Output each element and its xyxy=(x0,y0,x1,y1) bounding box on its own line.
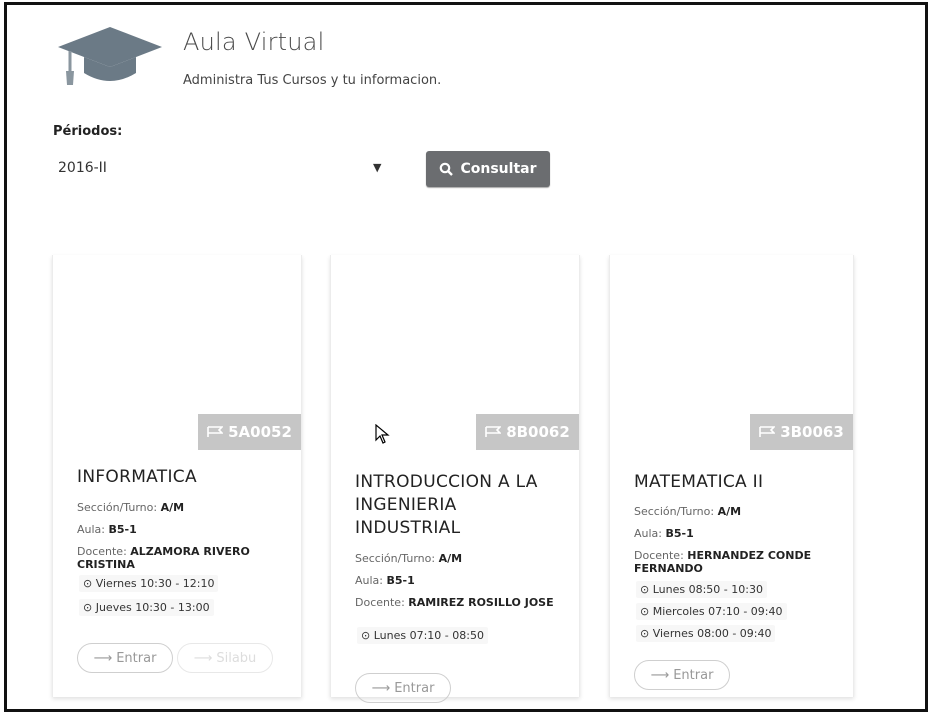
course-room: Aula: B5-1 xyxy=(634,527,694,540)
course-card: 3B0063 MATEMATICA II Sección/Turno: A/M … xyxy=(609,255,854,697)
flag-icon xyxy=(759,426,776,437)
entrar-button[interactable]: ⟶ Entrar xyxy=(77,643,173,673)
caret-down-icon: ▼ xyxy=(373,161,382,174)
course-title: MATEMATICA II xyxy=(634,472,764,492)
course-section: Sección/Turno: A/M xyxy=(355,552,463,565)
flag-icon xyxy=(485,426,502,437)
app-title: Aula Virtual xyxy=(183,28,325,56)
syllabus-button[interactable]: ⟶ Silabu xyxy=(177,643,273,673)
entrar-button[interactable]: ⟶ Entrar xyxy=(634,660,730,690)
schedule-item: ⊙ Jueves 10:30 - 13:00 xyxy=(79,599,214,616)
consultar-button-label: Consultar xyxy=(460,161,537,177)
course-section: Sección/Turno: A/M xyxy=(77,501,185,514)
period-select[interactable]: 2016-II ▼ xyxy=(58,158,388,182)
course-code: 3B0063 xyxy=(780,423,844,441)
course-room: Aula: B5-1 xyxy=(355,574,415,587)
schedule-item: ⊙ Miercoles 07:10 - 09:40 xyxy=(636,603,787,620)
schedule-item: ⊙ Viernes 10:30 - 12:10 xyxy=(79,575,219,592)
period-label: Périodos: xyxy=(53,124,123,139)
arrow-right-icon: ⟶ xyxy=(193,650,213,666)
course-room: Aula: B5-1 xyxy=(77,523,137,536)
consultar-button[interactable]: Consultar xyxy=(426,151,550,187)
course-title: INFORMATICA xyxy=(77,467,197,487)
flag-icon xyxy=(207,426,224,437)
course-section: Sección/Turno: A/M xyxy=(634,505,742,518)
arrow-right-icon: ⟶ xyxy=(371,680,391,696)
arrow-right-icon: ⟶ xyxy=(93,650,113,666)
course-code-badge: 5A0052 xyxy=(198,414,301,450)
course-code: 8B0062 xyxy=(506,423,570,441)
app-subtitle: Administra Tus Cursos y tu informacion. xyxy=(183,73,442,88)
period-select-value: 2016-II xyxy=(58,160,107,176)
course-teacher: Docente: RAMIREZ ROSILLO JOSE xyxy=(355,596,554,609)
course-teacher: Docente: HERNANDEZ CONDE FERNANDO xyxy=(634,549,812,575)
course-code: 5A0052 xyxy=(228,423,292,441)
search-icon xyxy=(440,162,454,176)
graduation-cap-icon xyxy=(58,27,162,85)
entrar-button[interactable]: ⟶ Entrar xyxy=(355,673,451,703)
schedule-item: ⊙ Lunes 07:10 - 08:50 xyxy=(357,627,488,644)
arrow-right-icon: ⟶ xyxy=(650,667,670,683)
course-teacher: Docente: ALZAMORA RIVERO CRISTINA xyxy=(77,545,250,571)
course-code-badge: 8B0062 xyxy=(476,414,579,450)
schedule-item: ⊙ Viernes 08:00 - 09:40 xyxy=(636,625,776,642)
schedule-item: ⊙ Lunes 08:50 - 10:30 xyxy=(636,581,767,598)
course-title: INTRODUCCION A LA INGENIERIA INDUSTRIAL xyxy=(355,472,538,538)
mouse-cursor-icon xyxy=(375,424,390,444)
course-card: 8B0062 INTRODUCCION A LA INGENIERIA INDU… xyxy=(330,255,580,703)
course-code-badge: 3B0063 xyxy=(750,414,853,450)
course-card: 5A0052 INFORMATICA Sección/Turno: A/M Au… xyxy=(52,255,302,697)
